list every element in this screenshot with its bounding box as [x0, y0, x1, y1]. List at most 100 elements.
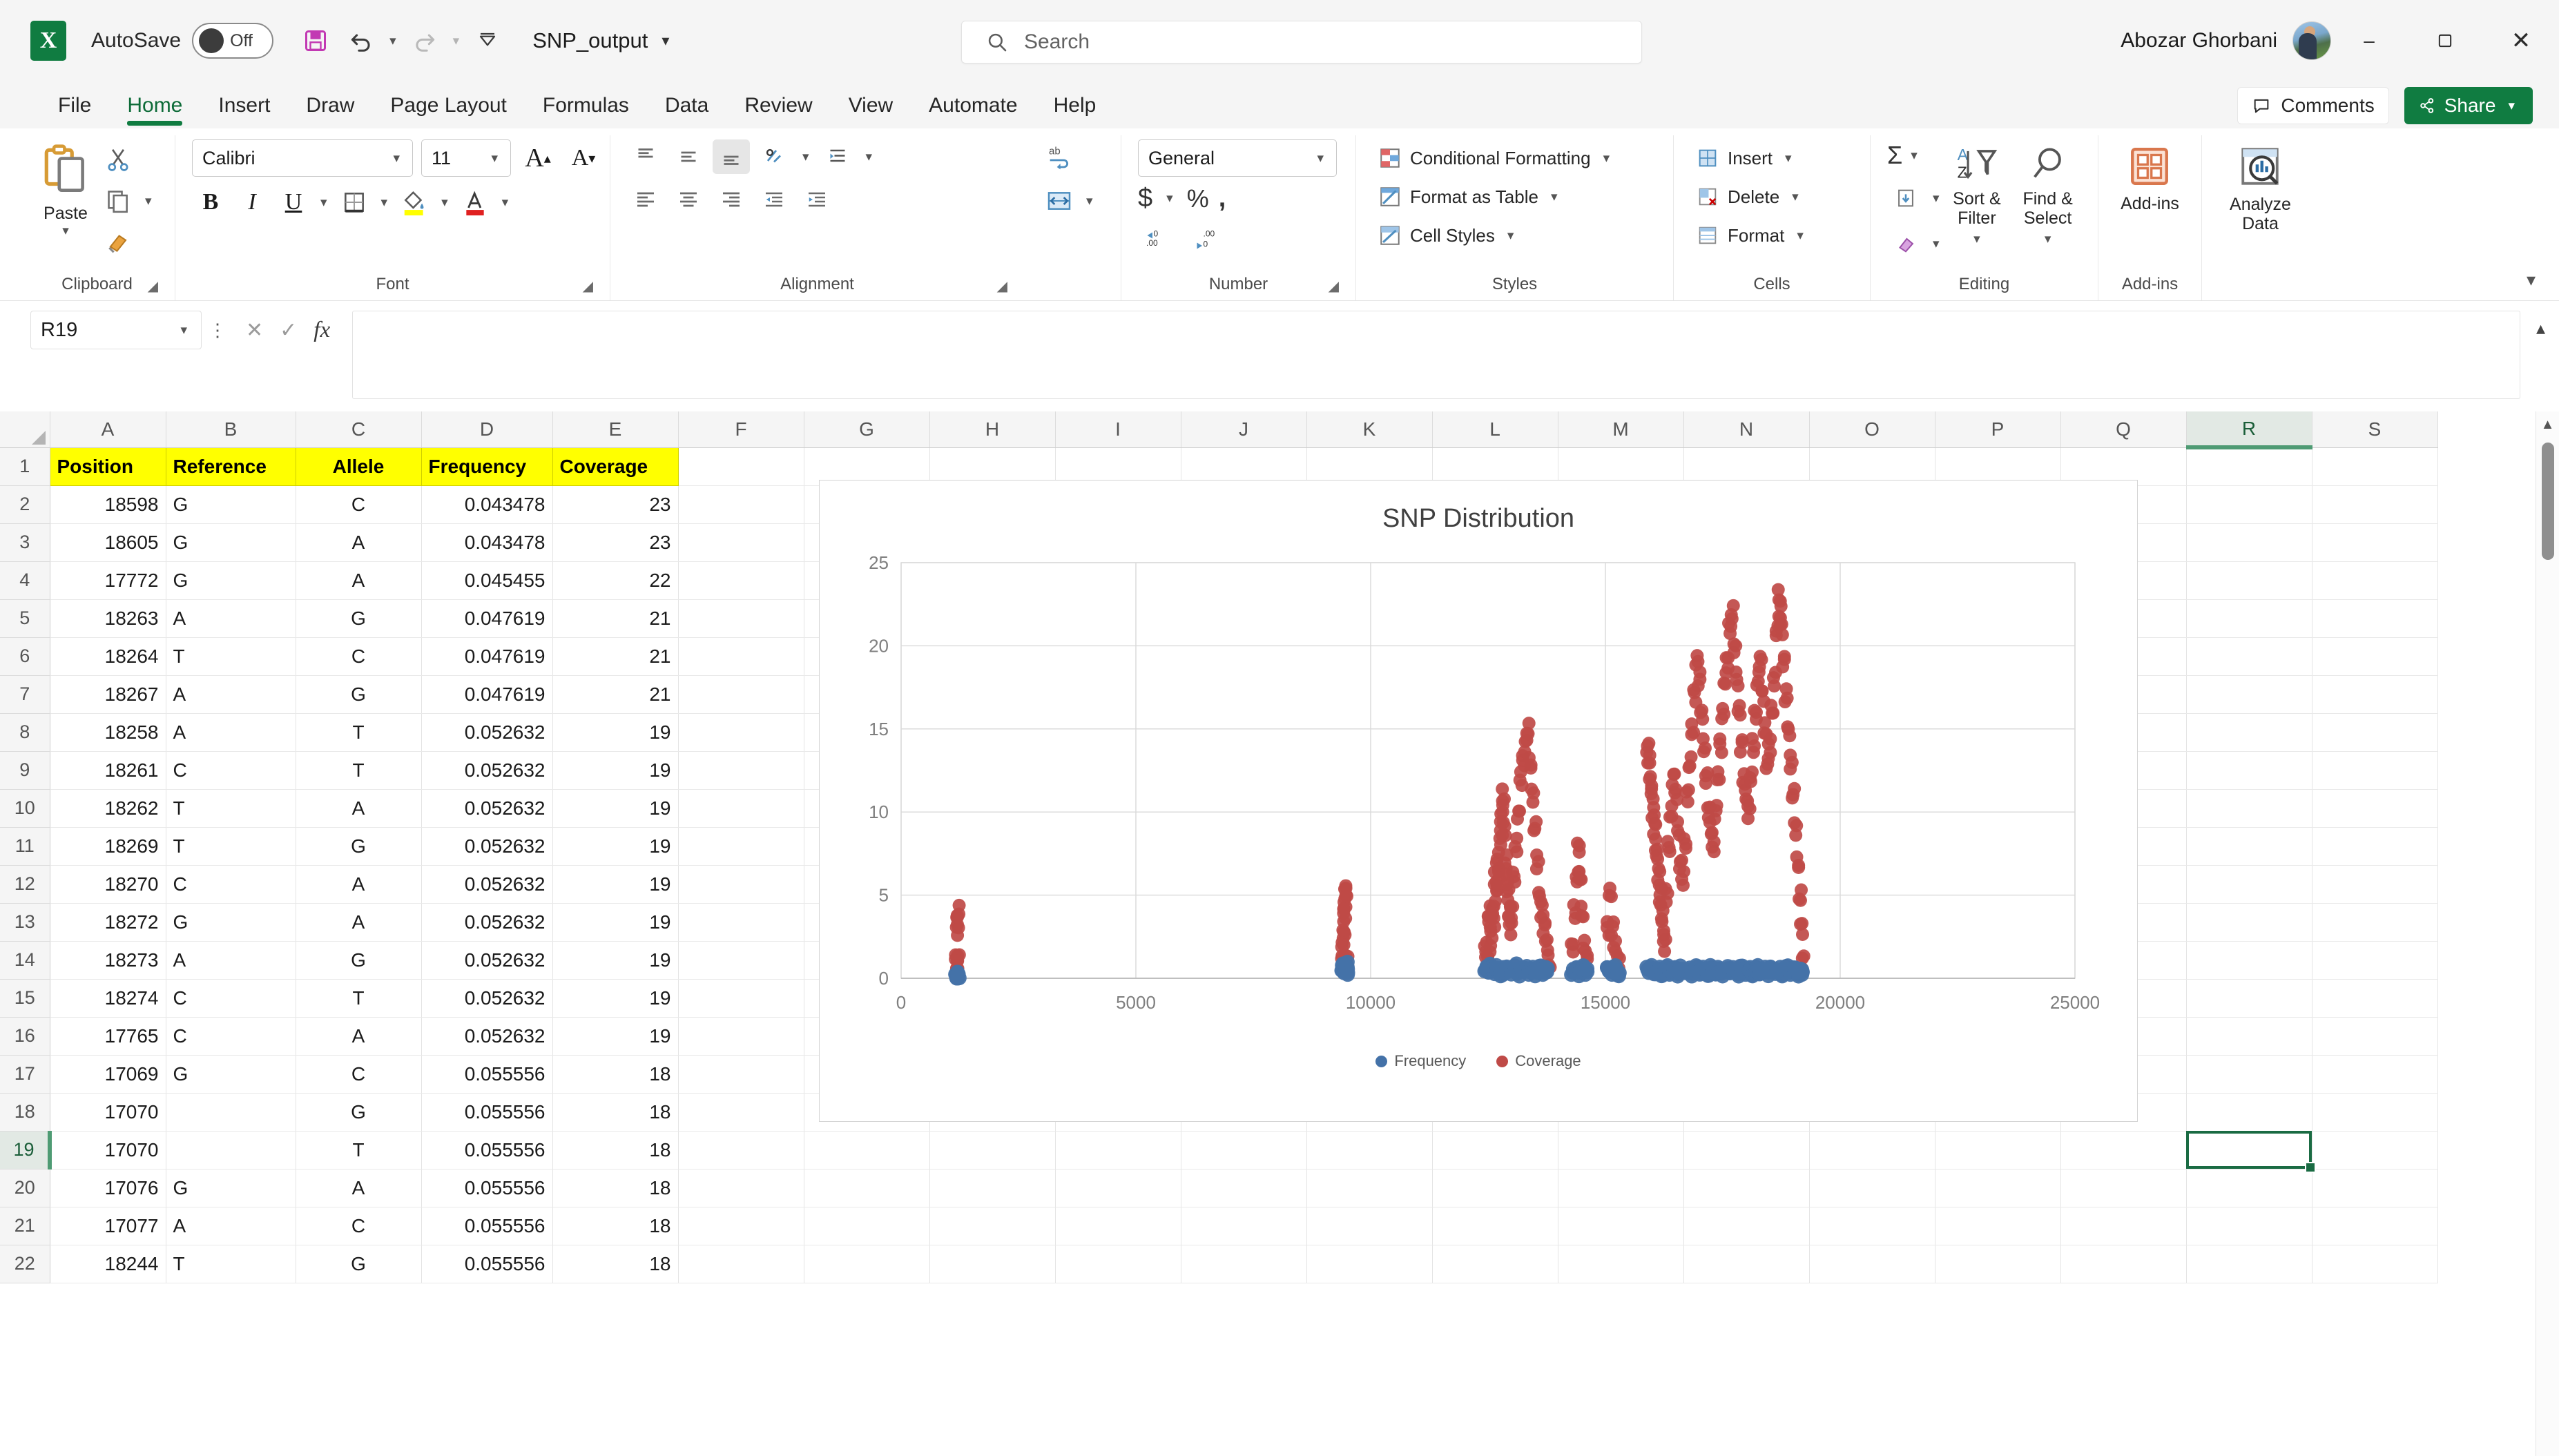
- column-header-l[interactable]: L: [1432, 411, 1558, 447]
- cell-c13[interactable]: A: [296, 903, 421, 941]
- header-cell-c1[interactable]: Allele: [296, 447, 421, 485]
- cell-f19[interactable]: [678, 1131, 804, 1169]
- addins-button[interactable]: Add-ins: [2112, 139, 2188, 217]
- cell-s14[interactable]: [2312, 941, 2437, 979]
- column-header-n[interactable]: N: [1683, 411, 1809, 447]
- header-cell-b1[interactable]: Reference: [166, 447, 296, 485]
- cell-e5[interactable]: 21: [552, 599, 678, 637]
- cell-a5[interactable]: 18263: [50, 599, 166, 637]
- analyze-data-button[interactable]: Analyze Data: [2221, 139, 2299, 237]
- cell-m19[interactable]: [1558, 1131, 1683, 1169]
- cell-a3[interactable]: 18605: [50, 523, 166, 561]
- cell-b19[interactable]: [166, 1131, 296, 1169]
- row-header-11[interactable]: 11: [0, 827, 50, 865]
- format-as-table-chevron-down-icon[interactable]: ▾: [1547, 189, 1562, 205]
- row-header-22[interactable]: 22: [0, 1245, 50, 1283]
- align-right-button[interactable]: [713, 182, 750, 217]
- sort-filter-chevron-down-icon[interactable]: ▾: [1969, 232, 1985, 246]
- borders-chevron-down-icon[interactable]: ▾: [377, 195, 392, 211]
- cell-e17[interactable]: 18: [552, 1055, 678, 1093]
- worksheet-grid[interactable]: ABCDEFGHIJKLMNOPQRS1PositionReferenceAll…: [0, 411, 2559, 1456]
- cell-s12[interactable]: [2312, 865, 2437, 903]
- cell-f22[interactable]: [678, 1245, 804, 1283]
- cell-n20[interactable]: [1683, 1169, 1809, 1207]
- enter-icon[interactable]: ✓: [280, 318, 297, 342]
- cell-a4[interactable]: 17772: [50, 561, 166, 599]
- cell-c15[interactable]: T: [296, 979, 421, 1017]
- column-header-k[interactable]: K: [1306, 411, 1432, 447]
- cell-s2[interactable]: [2312, 485, 2437, 523]
- row-header-2[interactable]: 2: [0, 485, 50, 523]
- shrink-font-button[interactable]: A▾: [565, 141, 602, 175]
- cell-f16[interactable]: [678, 1017, 804, 1055]
- fill-button[interactable]: [1887, 181, 1924, 215]
- font-size-chevron-down-icon[interactable]: ▾: [487, 151, 502, 166]
- cell-k22[interactable]: [1306, 1245, 1432, 1283]
- row-header-8[interactable]: 8: [0, 713, 50, 751]
- cell-f14[interactable]: [678, 941, 804, 979]
- row-header-13[interactable]: 13: [0, 903, 50, 941]
- find-select-button[interactable]: Find & Select ▾: [2010, 139, 2085, 251]
- comments-button[interactable]: Comments: [2237, 87, 2388, 124]
- cell-d22[interactable]: 0.055556: [421, 1245, 552, 1283]
- cell-s8[interactable]: [2312, 713, 2437, 751]
- select-all-corner[interactable]: [0, 411, 50, 447]
- cell-p19[interactable]: [1935, 1131, 2060, 1169]
- header-cell-d1[interactable]: Frequency: [421, 447, 552, 485]
- vertical-scrollbar[interactable]: ▲: [2536, 411, 2559, 1456]
- cell-b14[interactable]: A: [166, 941, 296, 979]
- cell-a12[interactable]: 18270: [50, 865, 166, 903]
- cell-e3[interactable]: 23: [552, 523, 678, 561]
- header-cell-a1[interactable]: Position: [50, 447, 166, 485]
- cell-r20[interactable]: [2186, 1169, 2312, 1207]
- cell-r13[interactable]: [2186, 903, 2312, 941]
- conditional-formatting-button[interactable]: Conditional Formatting ▾: [1373, 139, 1619, 177]
- cell-r15[interactable]: [2186, 979, 2312, 1017]
- autosum-chevron-down-icon[interactable]: ▾: [1906, 148, 1922, 164]
- clear-button[interactable]: [1887, 226, 1924, 261]
- cell-b15[interactable]: C: [166, 979, 296, 1017]
- orientation-chevron-down-icon[interactable]: ▾: [798, 149, 813, 165]
- cell-a22[interactable]: 18244: [50, 1245, 166, 1283]
- scrollbar-thumb[interactable]: [2542, 443, 2554, 560]
- cell-c20[interactable]: A: [296, 1169, 421, 1207]
- cell-r6[interactable]: [2186, 637, 2312, 675]
- cell-r3[interactable]: [2186, 523, 2312, 561]
- cell-s19[interactable]: [2312, 1131, 2437, 1169]
- redo-icon[interactable]: [403, 19, 446, 62]
- cell-r14[interactable]: [2186, 941, 2312, 979]
- cell-n19[interactable]: [1683, 1131, 1809, 1169]
- tab-file[interactable]: File: [40, 94, 109, 128]
- cell-r16[interactable]: [2186, 1017, 2312, 1055]
- font-dialog-launcher-icon[interactable]: ◢: [583, 278, 593, 295]
- cell-b8[interactable]: A: [166, 713, 296, 751]
- cell-f17[interactable]: [678, 1055, 804, 1093]
- cell-d18[interactable]: 0.055556: [421, 1093, 552, 1131]
- cell-m22[interactable]: [1558, 1245, 1683, 1283]
- cell-j21[interactable]: [1181, 1207, 1306, 1245]
- cell-d6[interactable]: 0.047619: [421, 637, 552, 675]
- cell-r18[interactable]: [2186, 1093, 2312, 1131]
- cell-s3[interactable]: [2312, 523, 2437, 561]
- paste-chevron-down-icon[interactable]: ▾: [58, 223, 73, 239]
- cell-s7[interactable]: [2312, 675, 2437, 713]
- cell-e9[interactable]: 19: [552, 751, 678, 789]
- cell-o19[interactable]: [1809, 1131, 1935, 1169]
- row-header-6[interactable]: 6: [0, 637, 50, 675]
- cell-s17[interactable]: [2312, 1055, 2437, 1093]
- cell-d21[interactable]: 0.055556: [421, 1207, 552, 1245]
- cell-s18[interactable]: [2312, 1093, 2437, 1131]
- cell-h22[interactable]: [929, 1245, 1055, 1283]
- cell-c3[interactable]: A: [296, 523, 421, 561]
- cell-g20[interactable]: [804, 1169, 929, 1207]
- cell-e10[interactable]: 19: [552, 789, 678, 827]
- align-center-button[interactable]: [670, 182, 707, 217]
- cell-f5[interactable]: [678, 599, 804, 637]
- search-input[interactable]: Search: [1024, 30, 1090, 54]
- conditional-formatting-chevron-down-icon[interactable]: ▾: [1599, 151, 1614, 166]
- cell-c7[interactable]: G: [296, 675, 421, 713]
- cell-c21[interactable]: C: [296, 1207, 421, 1245]
- cell-q22[interactable]: [2060, 1245, 2186, 1283]
- legend-item-coverage[interactable]: Coverage: [1496, 1052, 1581, 1070]
- redo-dropdown-chevron-down-icon[interactable]: ▾: [449, 33, 464, 49]
